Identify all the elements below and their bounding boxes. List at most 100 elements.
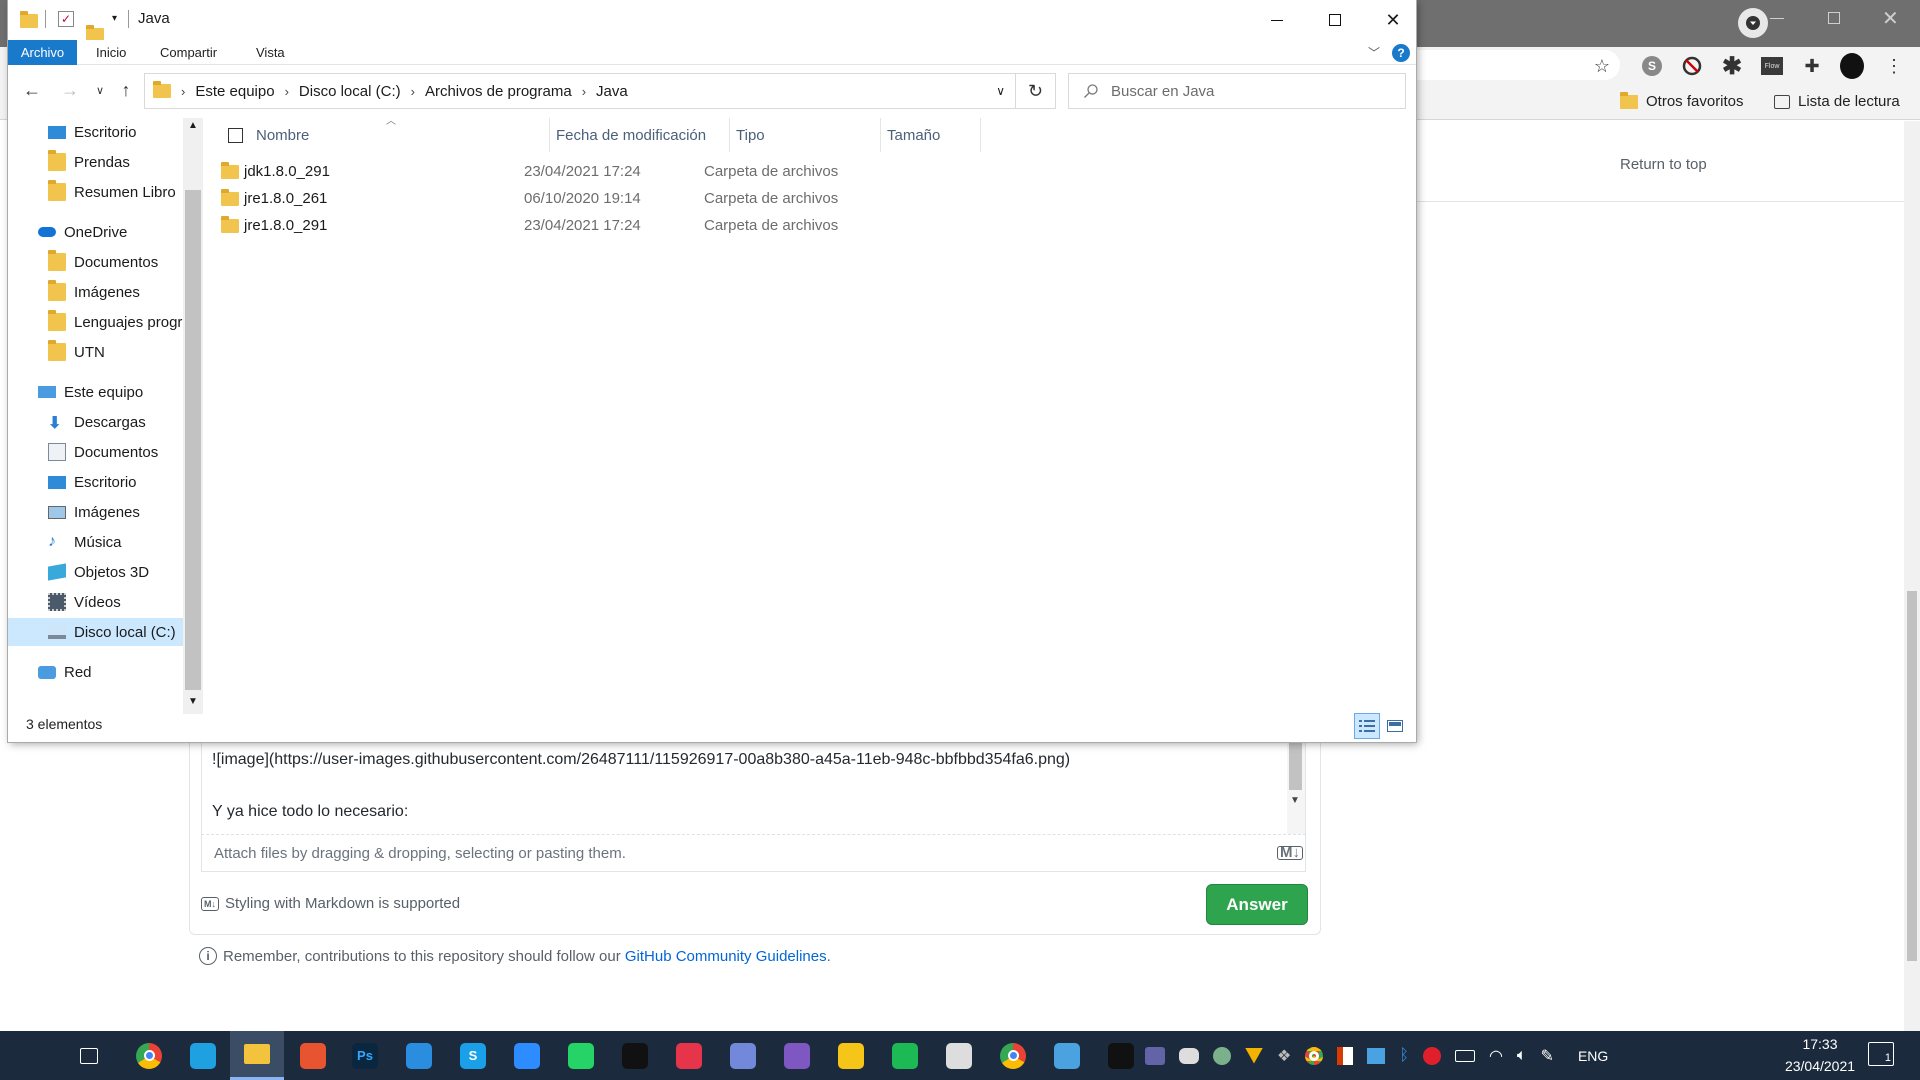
chrome-profile-app[interactable] — [986, 1031, 1040, 1080]
notes-app[interactable] — [824, 1031, 878, 1080]
wifi-icon[interactable]: ◠ — [1489, 1046, 1503, 1066]
bookmark-otros-favoritos[interactable]: Otros favoritos — [1620, 91, 1744, 110]
tab-inicio[interactable]: Inicio — [84, 40, 138, 65]
vpn-icon[interactable] — [1213, 1046, 1231, 1065]
expand-ribbon-icon[interactable]: ﹀ — [1368, 44, 1380, 61]
tab-vista[interactable]: Vista — [244, 40, 297, 65]
browser-close-icon[interactable]: ✕ — [1882, 6, 1899, 31]
photoshop-app[interactable]: Ps — [338, 1031, 392, 1080]
screen-app[interactable] — [1040, 1031, 1094, 1080]
nav-item-musica[interactable]: ♪ Música — [8, 528, 184, 556]
flow-extension-icon[interactable]: Flow — [1760, 54, 1784, 78]
virtualbox-app[interactable] — [932, 1031, 986, 1080]
details-view-button[interactable] — [1354, 713, 1380, 739]
scroll-thumb[interactable] — [185, 190, 201, 690]
puzzle-icon[interactable]: ✚ — [1800, 54, 1824, 78]
nav-item-imagenes-pc[interactable]: Imágenes — [8, 498, 184, 526]
language-indicator[interactable]: ENG — [1578, 1048, 1608, 1064]
back-arrow-icon[interactable]: ← — [20, 78, 44, 102]
acrobat-app[interactable] — [608, 1031, 662, 1080]
tab-compartir[interactable]: Compartir — [148, 40, 229, 65]
file-row[interactable]: jre1.8.0_261 06/10/2020 19:14 Carpeta de… — [208, 185, 1358, 212]
nav-item-escritorio-pc[interactable]: Escritorio — [8, 468, 184, 496]
column-fecha[interactable]: Fecha de modificación — [550, 118, 730, 152]
discord-app[interactable] — [716, 1031, 770, 1080]
chevron-right-icon[interactable]: › — [181, 84, 185, 99]
dropbox-icon[interactable]: ❖ — [1277, 1046, 1291, 1066]
chevron-right-icon[interactable]: › — [582, 84, 586, 99]
nav-item-resumen-libro[interactable]: Resumen Libro — [8, 178, 184, 206]
browser-minimize-icon[interactable] — [1770, 18, 1784, 19]
return-to-top-link[interactable]: Return to top — [1620, 156, 1707, 173]
edge-app[interactable] — [176, 1031, 230, 1080]
page-scrollbar[interactable] — [1904, 121, 1920, 1031]
nav-item-prendas[interactable]: Prendas — [8, 148, 184, 176]
visual-studio-app[interactable] — [770, 1031, 824, 1080]
bluetooth-icon[interactable]: ᛒ — [1399, 1047, 1409, 1065]
scroll-up-arrow-icon[interactable]: ▲ — [188, 120, 198, 131]
profile-avatar-icon[interactable] — [1840, 53, 1864, 79]
teams-icon[interactable] — [1145, 1046, 1165, 1065]
column-nombre[interactable]: Nombre — [250, 118, 550, 152]
store-icon[interactable] — [1367, 1047, 1386, 1064]
breadcrumb-este-equipo[interactable]: Este equipo — [195, 83, 274, 100]
nav-item-disco-local[interactable]: Disco local (C:) — [8, 618, 184, 646]
notifications-button[interactable]: 1 — [1868, 1042, 1894, 1066]
column-tamano[interactable]: Tamaño — [881, 118, 981, 152]
column-tipo[interactable]: Tipo — [730, 118, 881, 152]
scroll-down-arrow-icon[interactable]: ▼ — [188, 696, 198, 707]
up-arrow-icon[interactable]: ↑ — [114, 78, 138, 102]
large-icons-view-button[interactable] — [1382, 713, 1408, 739]
nav-item-lenguajes[interactable]: Lenguajes progra — [8, 308, 184, 336]
tab-archivo[interactable]: Archivo — [8, 40, 77, 65]
recent-locations-icon[interactable]: ∨ — [88, 78, 112, 102]
battery-icon[interactable] — [1454, 1049, 1475, 1062]
browser-profile-dropdown-icon[interactable] — [1738, 8, 1768, 38]
kebab-menu-icon[interactable]: ⋮ — [1882, 54, 1906, 78]
properties-icon[interactable]: ✓ — [58, 11, 74, 27]
community-guidelines-link[interactable]: GitHub Community Guidelines — [625, 948, 827, 965]
bookmark-lista-de-lectura[interactable]: Lista de lectura — [1774, 93, 1900, 110]
search-input[interactable]: Buscar en Java — [1068, 73, 1406, 109]
office-icon[interactable] — [1337, 1046, 1354, 1065]
maximize-button[interactable] — [1306, 0, 1364, 40]
terminal-app[interactable] — [1094, 1031, 1148, 1080]
file-explorer-app[interactable] — [230, 1031, 284, 1080]
scroll-down-arrow-icon[interactable]: ▼ — [1290, 795, 1300, 806]
comment-textarea[interactable]: ![image](https://user-images.githubuserc… — [201, 740, 1306, 835]
answer-button[interactable]: Answer — [1206, 884, 1308, 925]
minimize-button[interactable] — [1248, 0, 1306, 40]
whatsapp-app[interactable] — [554, 1031, 608, 1080]
clock[interactable]: 17:33 23/04/2021 — [1760, 1033, 1880, 1077]
nav-item-red[interactable]: Red — [8, 658, 184, 686]
nav-item-escritorio[interactable]: Escritorio — [8, 118, 184, 146]
pen-icon[interactable]: ✎ — [1541, 1046, 1554, 1066]
asterisk-extension-icon[interactable]: ✱ — [1720, 53, 1744, 80]
file-row[interactable]: jre1.8.0_291 23/04/2021 17:24 Carpeta de… — [208, 212, 1358, 239]
nav-item-utn[interactable]: UTN — [8, 338, 184, 366]
breadcrumb-archivos-de-programa[interactable]: Archivos de programa — [425, 83, 572, 100]
vscode-app[interactable] — [392, 1031, 446, 1080]
spotify-app[interactable] — [878, 1031, 932, 1080]
textarea-scrollbar[interactable]: ▼ — [1287, 740, 1305, 835]
nav-item-imagenes[interactable]: Imágenes — [8, 278, 184, 306]
zoom-app[interactable] — [500, 1031, 554, 1080]
volume-icon[interactable]: 🔈︎ — [1517, 1047, 1527, 1065]
nav-item-este-equipo[interactable]: Este equipo — [8, 378, 184, 406]
customize-quick-access-icon[interactable]: ▾ — [112, 13, 117, 24]
nav-scrollbar[interactable]: ▲ ▼ — [183, 118, 203, 714]
select-all-checkbox[interactable] — [228, 128, 243, 143]
streamlabs-app[interactable] — [662, 1031, 716, 1080]
chevron-right-icon[interactable]: › — [285, 84, 289, 99]
start-button[interactable] — [4, 1031, 58, 1080]
nav-item-onedrive[interactable]: OneDrive — [8, 218, 184, 246]
star-icon[interactable]: ☆ — [1590, 54, 1614, 78]
file-row[interactable]: jdk1.8.0_291 23/04/2021 17:24 Carpeta de… — [208, 158, 1358, 185]
browser-restore-icon[interactable] — [1828, 12, 1840, 24]
close-button[interactable]: ✕ — [1364, 0, 1422, 40]
breadcrumb-java[interactable]: Java — [596, 83, 628, 100]
discord-icon[interactable] — [1179, 1047, 1199, 1064]
address-breadcrumb[interactable]: › Este equipo › Disco local (C:) › Archi… — [144, 73, 1016, 109]
origin-app[interactable] — [286, 1031, 340, 1080]
nav-item-descargas[interactable]: ⬇ Descargas — [8, 408, 184, 436]
